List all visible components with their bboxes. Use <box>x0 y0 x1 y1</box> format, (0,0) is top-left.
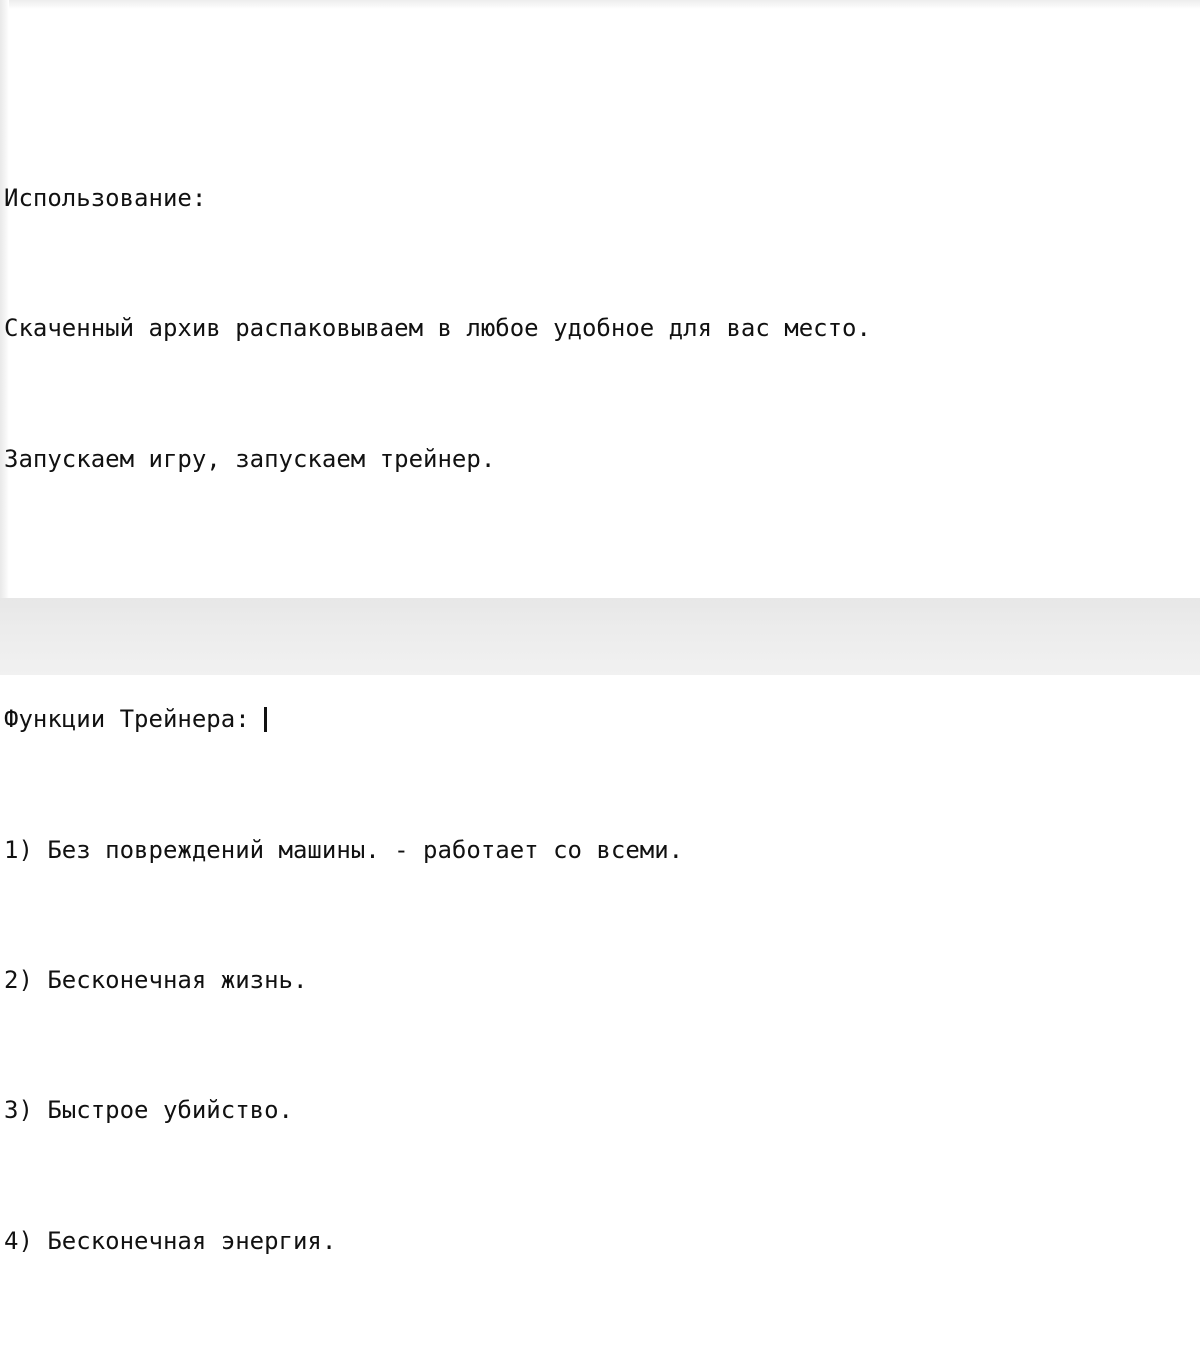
function-item-1: 1) Без повреждений машины. - работает со… <box>4 835 684 864</box>
function-item-2: 2) Бесконечная жизнь. <box>4 966 308 995</box>
functions-heading-row: Функции Трейнера: <box>4 703 1196 736</box>
usage-line-1: Скаченный архив распаковываем в любое уд… <box>4 314 871 343</box>
blank-separator-line <box>4 573 1196 606</box>
document-text-body: Использование: Скаченный архив распаковы… <box>4 84 1196 1350</box>
function-item-4: 4) Бесконечная энергия. <box>4 1226 337 1255</box>
usage-heading: Использование: <box>4 183 207 212</box>
text-cursor-caret <box>263 707 267 733</box>
document-page: Использование: Скаченный архив распаковы… <box>0 0 1200 1255</box>
functions-heading: Функции Трейнера: <box>4 705 250 734</box>
usage-line-2: Запускаем игру, запускаем трейнер. <box>4 444 496 473</box>
function-item-3: 3) Быстрое убийство. <box>4 1096 293 1125</box>
top-edge-band <box>0 0 1200 9</box>
